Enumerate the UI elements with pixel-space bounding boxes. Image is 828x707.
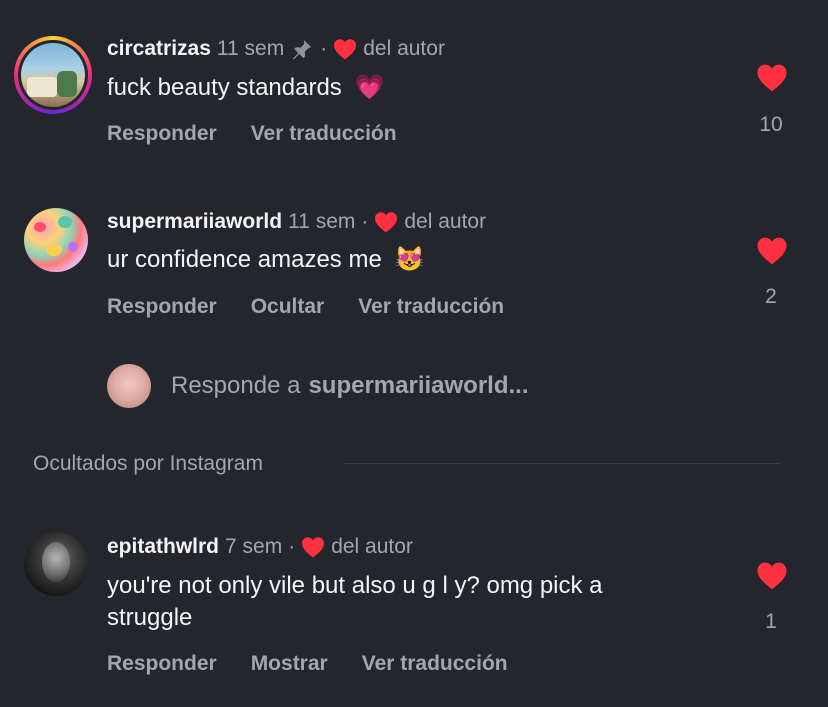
- reply-target: supermariiaworld...: [308, 372, 529, 399]
- see-translation-button[interactable]: Ver traducción: [251, 122, 397, 146]
- separator-dot: ·: [361, 210, 369, 233]
- heart-eyes-cat-emoji: 😻: [394, 246, 425, 273]
- comment-text-body: ur confidence amazes me: [107, 246, 382, 273]
- comment-username[interactable]: circatrizas: [107, 37, 211, 61]
- author-heart-icon: [374, 211, 398, 233]
- comment-time: 7 sem: [225, 535, 283, 558]
- comment-text-body: fuck beauty standards: [107, 74, 342, 101]
- pink-heart-emoji: 💗: [354, 74, 385, 101]
- comment-text: ur confidence amazes me 😻: [107, 244, 424, 276]
- author-heart-icon: [333, 38, 357, 60]
- like-count: 1: [765, 610, 777, 633]
- hidden-by-instagram-label[interactable]: Ocultados por Instagram: [33, 452, 263, 476]
- hide-button[interactable]: Ocultar: [251, 295, 325, 319]
- author-like-label: del autor: [331, 535, 413, 558]
- comment-time: 11 sem: [288, 210, 356, 233]
- reply-input[interactable]: Responde a supermariiaworld...: [107, 364, 529, 408]
- like-heart-icon[interactable]: [747, 236, 797, 270]
- reply-button[interactable]: Responder: [107, 295, 217, 319]
- separator-dot: ·: [320, 37, 328, 60]
- reply-prefix: Responde a: [171, 372, 301, 399]
- comment-text: you're not only vile but also u g l y? o…: [107, 570, 603, 634]
- see-translation-button[interactable]: Ver traducción: [358, 295, 504, 319]
- reply-button[interactable]: Responder: [107, 122, 217, 146]
- avatar[interactable]: [24, 532, 88, 596]
- show-button[interactable]: Mostrar: [251, 652, 328, 676]
- comment-text-line: struggle: [107, 604, 193, 631]
- author-heart-icon: [301, 536, 325, 558]
- reply-button[interactable]: Responder: [107, 652, 217, 676]
- see-translation-button[interactable]: Ver traducción: [362, 652, 508, 676]
- like-heart-icon[interactable]: [747, 561, 797, 595]
- avatar[interactable]: [14, 36, 92, 114]
- author-like-label: del autor: [363, 37, 445, 60]
- like-count: 10: [759, 113, 783, 136]
- like-count: 2: [765, 285, 777, 308]
- avatar: [107, 364, 151, 408]
- comment-username[interactable]: supermariiaworld: [107, 210, 282, 234]
- pin-icon: [290, 38, 314, 60]
- avatar[interactable]: [24, 208, 88, 272]
- comment-text-line: you're not only vile but also u g l y? o…: [107, 572, 603, 599]
- author-like-label: del autor: [404, 210, 487, 233]
- like-heart-icon[interactable]: [747, 63, 797, 97]
- separator-dot: ·: [288, 535, 296, 558]
- comment-username[interactable]: epitathwlrd: [107, 535, 219, 559]
- comment-time: 11 sem: [216, 37, 285, 60]
- comment-text: fuck beauty standards 💗: [107, 72, 384, 104]
- section-divider: [344, 463, 780, 464]
